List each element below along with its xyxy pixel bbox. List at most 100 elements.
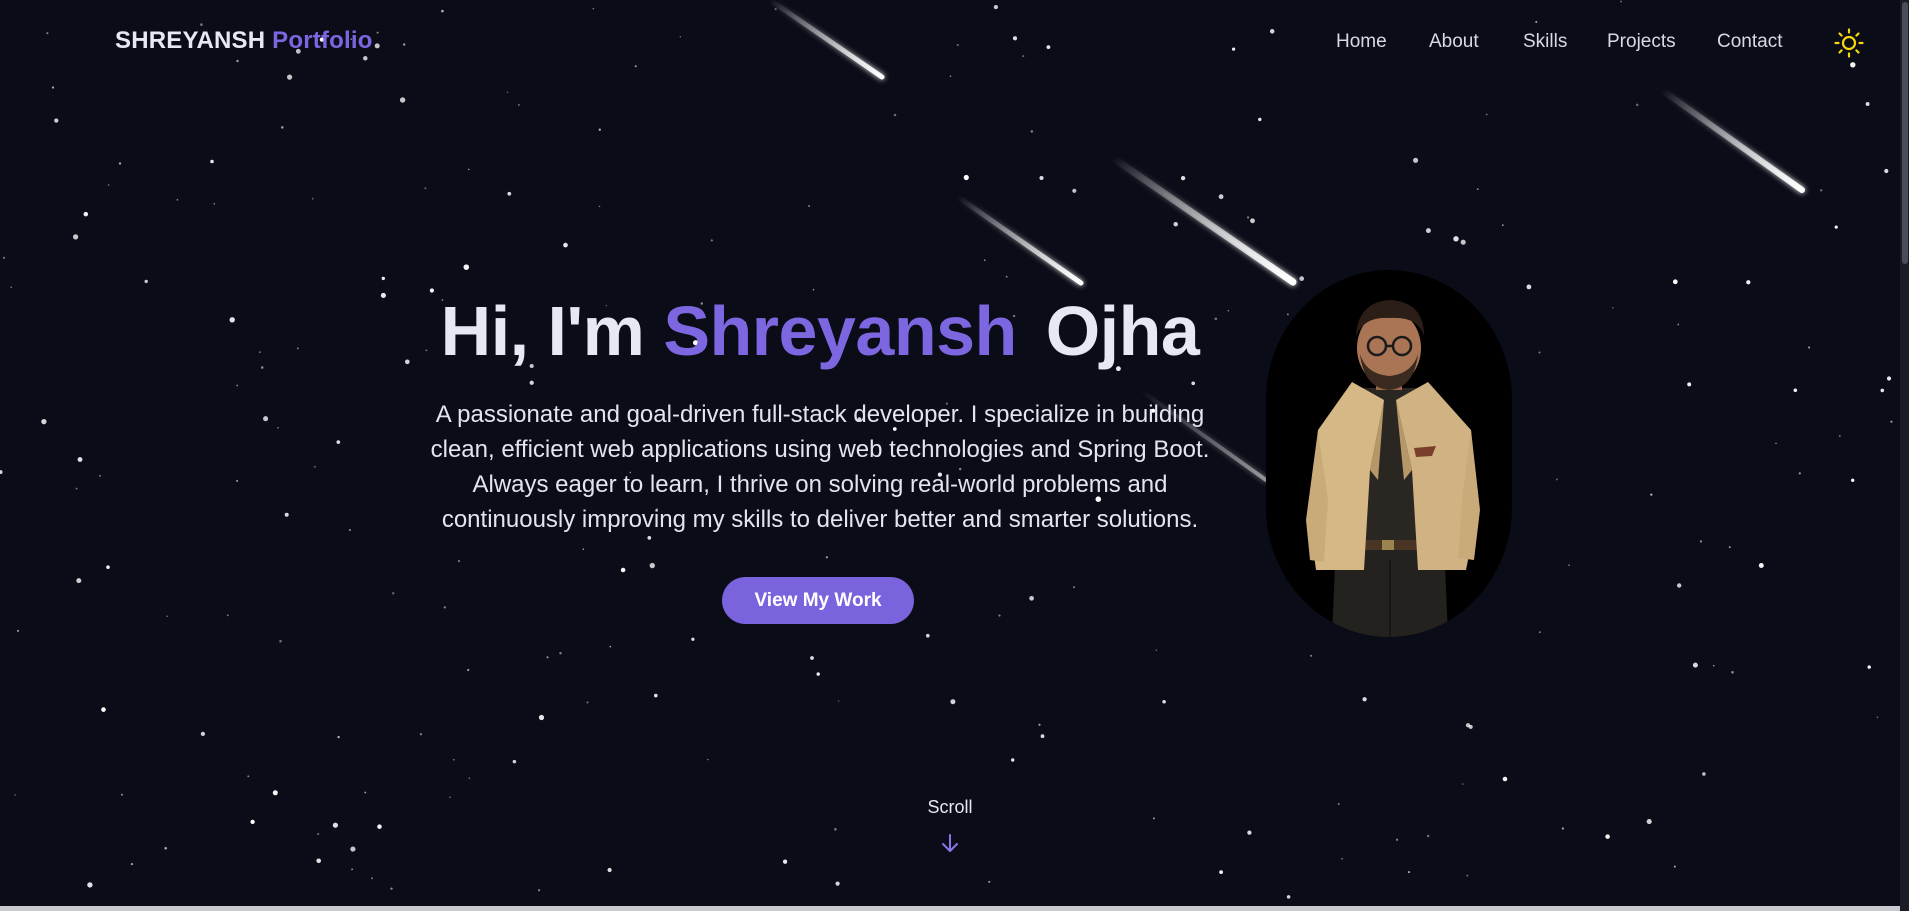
star (351, 868, 353, 871)
star (1798, 472, 1801, 475)
star (1758, 563, 1764, 568)
scroll-down-button[interactable] (940, 832, 960, 854)
star (609, 645, 612, 648)
star (121, 793, 123, 796)
brand-logo[interactable]: SHREYANSH Portfolio (115, 27, 373, 55)
star (1466, 874, 1469, 877)
star (449, 796, 451, 798)
star (1819, 188, 1823, 192)
star (1672, 279, 1678, 285)
star (118, 162, 122, 165)
star (1834, 225, 1838, 229)
star (1712, 664, 1715, 667)
star (316, 858, 322, 864)
scrollbar-thumb[interactable] (1902, 2, 1908, 264)
top-navbar: SHREYANSH Portfolio Home About Skills Pr… (0, 0, 1900, 84)
star (1219, 870, 1223, 874)
star (1152, 817, 1155, 820)
star (1612, 307, 1614, 309)
portfolio-page: SHREYANSH Portfolio Home About Skills Pr… (0, 0, 1909, 911)
star (507, 191, 512, 196)
star (236, 384, 239, 387)
star (377, 824, 382, 829)
star (598, 128, 601, 131)
star (620, 567, 626, 573)
star (1173, 221, 1178, 227)
star (1650, 493, 1653, 496)
nav-link-skills[interactable]: Skills (1523, 31, 1567, 53)
star (1426, 834, 1430, 838)
star (0, 470, 3, 475)
star (835, 881, 840, 886)
star (1699, 540, 1703, 543)
star (1005, 275, 1008, 278)
nav-link-projects[interactable]: Projects (1607, 31, 1676, 53)
star (1191, 381, 1196, 386)
star (229, 317, 235, 323)
hero-description-line: continuously improving my skills to deli… (441, 506, 1199, 533)
star (816, 672, 820, 676)
star (1011, 758, 1015, 762)
nav-link-home[interactable]: Home (1336, 31, 1387, 53)
star (1286, 895, 1291, 899)
star (1468, 724, 1473, 729)
star (691, 637, 695, 641)
star (1029, 595, 1034, 601)
star (467, 668, 470, 672)
star (17, 629, 19, 632)
scroll-label: Scroll (927, 797, 973, 817)
star (837, 700, 840, 702)
star (1425, 228, 1431, 234)
star (1039, 175, 1044, 181)
view-my-work-button[interactable]: View My Work (722, 577, 914, 624)
star (311, 197, 314, 200)
star (998, 614, 1001, 617)
hero-title: Hi, I'm Shreyansh Ojha (300, 286, 1340, 376)
star (1605, 834, 1610, 839)
star (424, 187, 427, 190)
star (538, 889, 541, 892)
star (926, 633, 930, 638)
star (72, 234, 79, 240)
star (1030, 130, 1034, 133)
star (1407, 871, 1411, 874)
star (457, 560, 461, 563)
arrow-down-icon (942, 834, 958, 852)
star (54, 118, 59, 123)
star (1646, 819, 1652, 825)
star (1677, 583, 1682, 588)
star (1362, 697, 1367, 702)
star (99, 474, 102, 477)
star (1462, 783, 1464, 785)
star (582, 548, 585, 551)
star (950, 699, 956, 705)
star (1702, 772, 1706, 776)
star (390, 887, 393, 890)
star (1073, 586, 1075, 589)
star (77, 457, 83, 462)
star (1162, 699, 1166, 704)
star (707, 758, 709, 761)
star (83, 211, 89, 217)
star (1775, 442, 1777, 445)
star (364, 791, 367, 794)
star (336, 440, 341, 444)
brand-accent: Portfolio (272, 27, 373, 54)
star (782, 859, 788, 864)
star (279, 639, 282, 643)
hero-first-name: Shreyansh (663, 292, 1017, 370)
nav-link-contact[interactable]: Contact (1717, 31, 1782, 53)
nav-link-about[interactable]: About (1429, 31, 1479, 53)
star (1838, 434, 1841, 437)
star (1453, 236, 1459, 242)
star (296, 347, 299, 350)
star (200, 731, 206, 737)
star (419, 733, 422, 736)
star (1746, 280, 1751, 285)
star (1155, 649, 1158, 651)
star (1396, 838, 1399, 841)
star (317, 833, 320, 835)
theme-toggle-button[interactable] (1834, 28, 1864, 58)
star (1568, 564, 1570, 566)
star (106, 565, 110, 569)
